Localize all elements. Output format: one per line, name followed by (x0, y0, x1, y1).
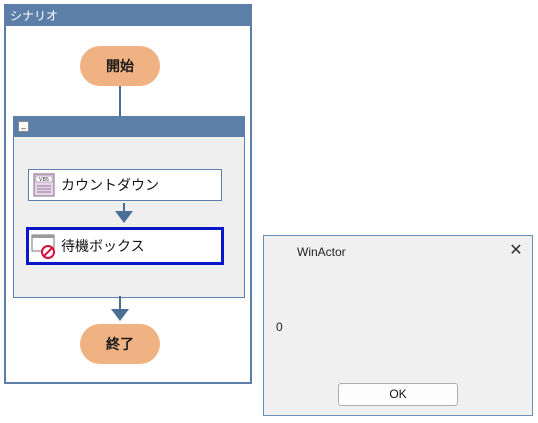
action-wait-box[interactable]: 待機ボックス (26, 227, 224, 265)
svg-text:VBS: VBS (39, 177, 49, 183)
action-label: カウントダウン (61, 178, 159, 194)
connector-start (119, 86, 121, 116)
arrow-down-icon (115, 211, 133, 223)
message-dialog: WinActor ✕ 0 OK (263, 235, 533, 416)
close-icon[interactable]: ✕ (508, 242, 524, 258)
dialog-title: WinActor (297, 245, 346, 259)
start-node[interactable]: 開始 (80, 46, 160, 86)
dialog-message: 0 (276, 320, 283, 334)
scenario-panel: シナリオ 開始 _ VBS カウントダウン 待機ボックス 終了 (4, 4, 252, 384)
connector-end (119, 296, 121, 310)
ok-button[interactable]: OK (338, 383, 458, 406)
collapse-toggle-icon[interactable]: _ (18, 121, 29, 132)
wait-box-icon (31, 233, 57, 259)
group-box[interactable]: _ VBS カウントダウン 待機ボックス (13, 116, 245, 298)
group-header: _ (14, 117, 244, 137)
vbs-script-icon: VBS (31, 172, 57, 198)
arrow-down-icon (111, 309, 129, 321)
scenario-title: シナリオ (6, 6, 250, 26)
action-countdown[interactable]: VBS カウントダウン (28, 169, 222, 201)
connector-mid (123, 203, 125, 211)
action-label: 待機ボックス (61, 239, 145, 255)
end-node[interactable]: 終了 (80, 324, 160, 364)
